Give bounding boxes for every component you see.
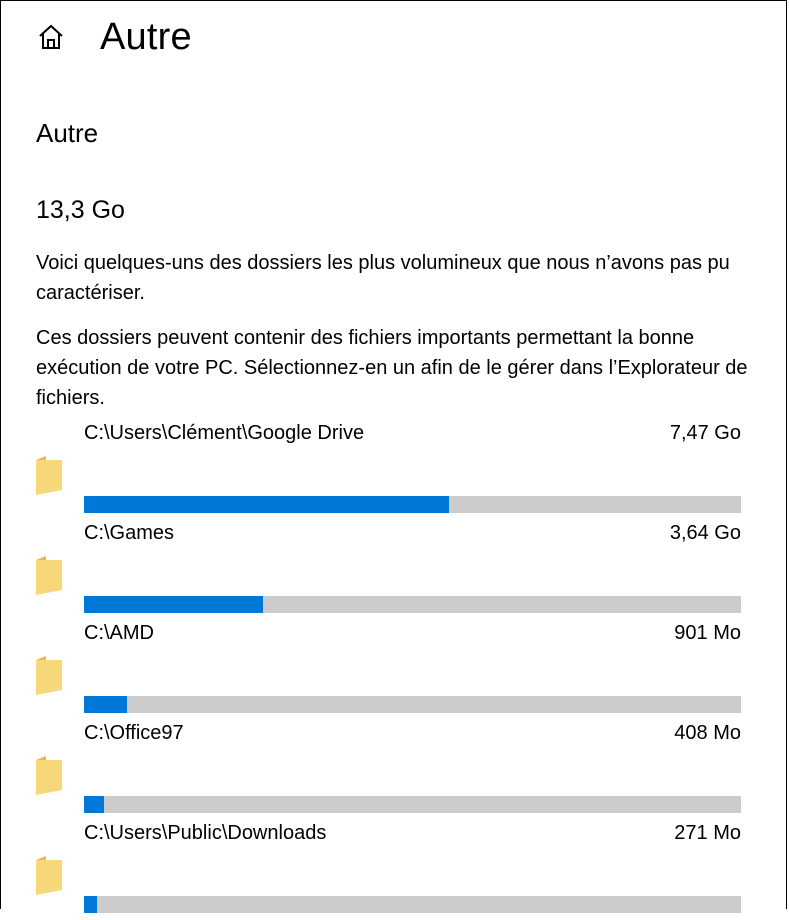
usage-bar [84, 496, 741, 513]
section-title: Autre [36, 118, 99, 148]
folder-icon [34, 854, 64, 896]
folder-item[interactable]: C:\Office97 408 Mo [0, 720, 789, 820]
usage-bar-fill [84, 896, 98, 913]
folder-path: C:\Games [84, 522, 175, 544]
total-size: 13,3 Go [36, 196, 125, 224]
usage-bar-fill [84, 496, 449, 513]
folder-icon [34, 554, 64, 596]
folder-icon [34, 454, 64, 496]
folder-size: 3,64 Go [669, 522, 741, 544]
folder-size: 901 Mo [674, 622, 741, 644]
usage-bar-fill [84, 596, 263, 613]
folder-size: 408 Mo [674, 722, 741, 744]
usage-bar [84, 696, 741, 713]
usage-bar [84, 596, 741, 613]
folder-item[interactable]: C:\Users\Public\Downloads 271 Mo [0, 820, 789, 920]
description-text: Ces dossiers peuvent contenir des fichie… [36, 327, 748, 409]
usage-bar [84, 796, 741, 813]
page-title: Autre [100, 15, 192, 58]
folder-path: C:\Users\Public\Downloads [84, 822, 327, 844]
usage-bar-fill [84, 696, 128, 713]
folder-item[interactable]: C:\AMD 901 Mo [0, 620, 789, 720]
usage-bar-fill [84, 796, 104, 813]
home-icon[interactable] [36, 22, 66, 52]
folder-icon [34, 654, 64, 696]
page-header: Autre [36, 14, 192, 60]
folder-size: 7,47 Go [669, 422, 741, 444]
folder-size: 271 Mo [674, 822, 741, 844]
description-text: Voici quelques-uns des dossiers les plus… [36, 252, 730, 304]
folder-path: C:\Users\Clément\Google Drive [84, 422, 365, 444]
folder-icon [34, 754, 64, 796]
folder-path: C:\AMD [84, 622, 154, 644]
folder-item[interactable]: C:\Games 3,64 Go [0, 520, 789, 620]
usage-bar [84, 896, 741, 913]
folder-path: C:\Office97 [84, 722, 184, 744]
folder-item[interactable]: C:\Users\Clément\Google Drive 7,47 Go [0, 420, 789, 520]
